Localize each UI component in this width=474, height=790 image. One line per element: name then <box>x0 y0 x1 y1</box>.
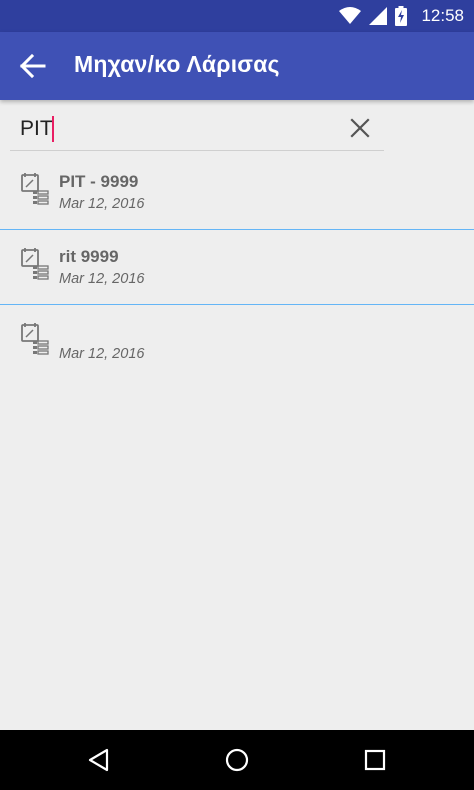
note-list-icon <box>21 323 49 355</box>
arrow-back-icon <box>19 53 46 79</box>
clear-search-button[interactable] <box>348 116 372 140</box>
status-icons: 12:58 <box>339 4 464 28</box>
navigation-bar <box>0 730 474 790</box>
search-bar <box>10 106 384 151</box>
item-date: Mar 12, 2016 <box>59 271 145 287</box>
text-cursor <box>52 116 54 142</box>
search-input[interactable] <box>20 114 340 144</box>
list-item[interactable]: rit 9999 Mar 12, 2016 <box>0 230 474 305</box>
item-date: Mar 12, 2016 <box>59 346 145 362</box>
signal-icon <box>369 7 388 25</box>
back-button[interactable] <box>18 52 50 80</box>
results-list: PIT - 9999 Mar 12, 2016 rit 9999 Mar 12,… <box>0 155 474 379</box>
circle-home-icon <box>225 748 249 772</box>
item-title: rit 9999 <box>59 247 119 266</box>
nav-back-button[interactable] <box>84 745 114 775</box>
battery-charging-icon <box>395 6 408 26</box>
wifi-icon <box>339 7 362 24</box>
app-bar: Μηχαν/κο Λάρισας <box>0 32 474 100</box>
note-list-icon <box>21 173 49 205</box>
note-list-icon <box>21 248 49 280</box>
nav-recents-button[interactable] <box>360 745 390 775</box>
status-time: 12:58 <box>421 6 464 25</box>
item-title: PIT - 9999 <box>59 172 139 191</box>
page-title: Μηχαν/κο Λάρισας <box>74 51 280 77</box>
list-item[interactable]: Mar 12, 2016 <box>0 305 474 379</box>
item-date: Mar 12, 2016 <box>59 196 145 212</box>
nav-home-button[interactable] <box>222 745 252 775</box>
status-bar: 12:58 <box>0 0 474 32</box>
square-recents-icon <box>364 749 386 771</box>
triangle-back-icon <box>88 748 109 772</box>
close-icon <box>350 118 370 138</box>
list-item[interactable]: PIT - 9999 Mar 12, 2016 <box>0 155 474 230</box>
